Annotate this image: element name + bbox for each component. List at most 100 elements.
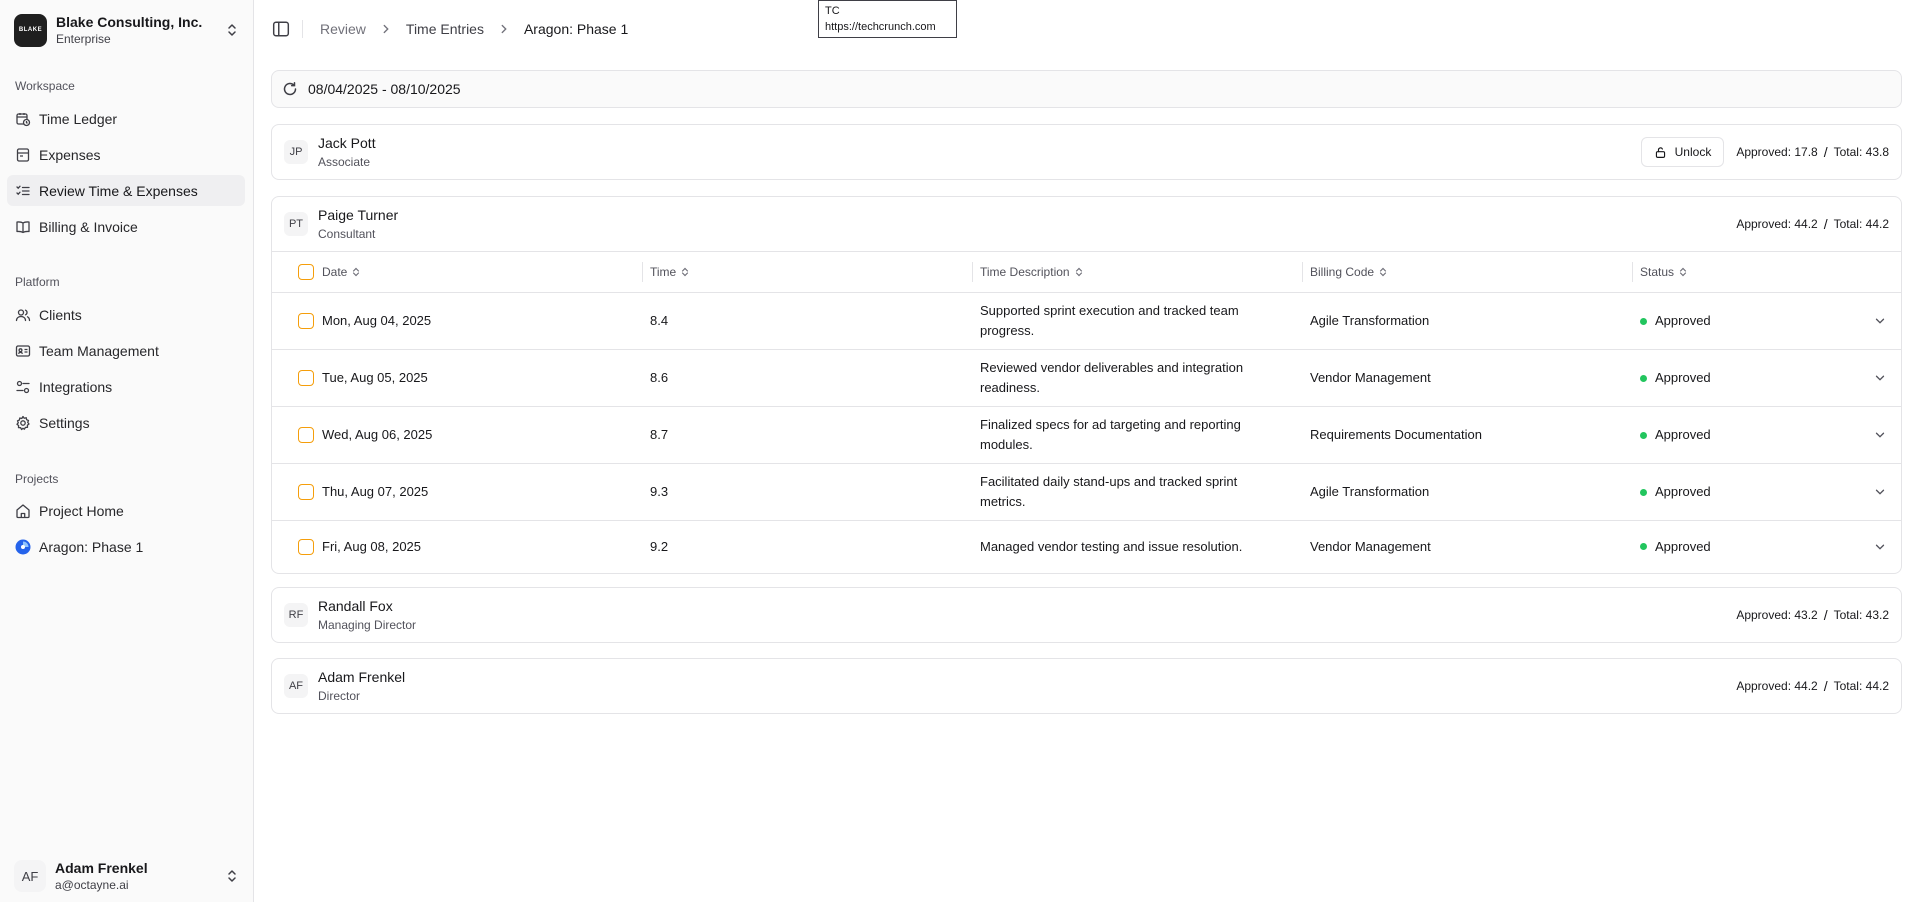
row-checkbox[interactable]: [298, 427, 314, 443]
cell-status: Approved: [1632, 407, 1832, 464]
column-header-date[interactable]: Date: [314, 252, 642, 293]
person-initials: RF: [284, 603, 308, 627]
cell-date: Fri, Aug 08, 2025: [322, 538, 422, 554]
sidebar-item-aragon-phase-1[interactable]: Aragon: Phase 1: [7, 531, 245, 562]
totals-separator: /: [1823, 216, 1828, 232]
column-header-actions: [1832, 252, 1902, 293]
chevron-down-icon[interactable]: [1873, 371, 1887, 385]
chevron-down-icon[interactable]: [1873, 485, 1887, 499]
status-badge: Approved: [1655, 313, 1711, 328]
status-dot: [1640, 374, 1647, 382]
column-header-time[interactable]: Time: [642, 252, 972, 293]
cell-description: Facilitated daily stand-ups and tracked …: [980, 474, 1238, 509]
status-dot: [1640, 317, 1647, 325]
sidebar-item-label: Integrations: [39, 378, 113, 395]
project-logo-icon: [15, 539, 31, 555]
clock-icon: [15, 111, 31, 127]
sidebar-item-label: Aragon: Phase 1: [39, 538, 144, 555]
date-range-bar[interactable]: 08/04/2025 - 08/10/2025: [271, 70, 1902, 108]
row-checkbox[interactable]: [298, 538, 314, 555]
hours-totals: Approved: 17.8 / Total: 43.8: [1736, 144, 1889, 160]
row-checkbox[interactable]: [298, 370, 314, 386]
chevron-down-icon[interactable]: [1873, 428, 1887, 442]
person-text: Jack Pott Associate: [318, 135, 1641, 170]
sidebar-item-integrations[interactable]: Integrations: [7, 371, 245, 402]
user-menu[interactable]: AF Adam Frenkel a@octayne.ai: [8, 854, 246, 898]
column-header-description[interactable]: Time Description: [972, 252, 1302, 293]
sidebar-item-clients[interactable]: Clients: [7, 299, 245, 330]
book-icon: [15, 219, 31, 235]
sidebar-item-team-management[interactable]: Team Management: [7, 335, 245, 366]
chevrons-up-down-icon: [228, 24, 236, 36]
person-text: Randall Fox Managing Director: [318, 598, 1736, 633]
sidebar-item-expenses[interactable]: Expenses: [7, 139, 245, 170]
column-header-status[interactable]: Status: [1632, 252, 1832, 293]
sidebar-item-billing-invoice[interactable]: Billing & Invoice: [7, 211, 245, 242]
sidebar-item-project-home[interactable]: Project Home: [7, 495, 245, 526]
chevron-down-icon[interactable]: [1873, 540, 1887, 554]
row-checkbox[interactable]: [298, 313, 314, 329]
person-initials: JP: [284, 140, 308, 164]
person-text: Paige Turner Consultant: [318, 207, 1736, 242]
hours-totals: Approved: 44.2 / Total: 44.2: [1736, 678, 1889, 694]
cell-time: 9.3: [650, 484, 669, 499]
chevron-down-icon[interactable]: [1873, 314, 1887, 328]
sort-icon: [1679, 267, 1687, 277]
status-badge: Approved: [1655, 484, 1711, 499]
cell-date: Tue, Aug 05, 2025: [322, 370, 428, 385]
sidebar-item-time-ledger[interactable]: Time Ledger: [7, 103, 245, 134]
column-header-billing-code[interactable]: Billing Code: [1302, 252, 1632, 293]
person-card-randall-fox: RF Randall Fox Managing Director Approve…: [271, 587, 1902, 643]
select-all-checkbox[interactable]: [298, 264, 314, 280]
sidebar-item-label: Expenses: [39, 146, 101, 163]
person-role: Director: [318, 688, 361, 703]
row-checkbox[interactable]: [298, 484, 314, 500]
cell-status: Approved: [1632, 464, 1832, 521]
cell-date: Wed, Aug 06, 2025: [322, 427, 433, 442]
person-card-header[interactable]: AF Adam Frenkel Director Approved: 44.2 …: [272, 659, 1901, 713]
org-logo: BLAKE: [14, 13, 47, 47]
org-plan: Enterprise: [56, 31, 111, 46]
approved-hours: Approved: 44.2: [1736, 217, 1818, 231]
breadcrumb: Review Time Entries Aragon: Phase 1: [320, 21, 628, 37]
status-badge: Approved: [1655, 538, 1711, 554]
table-row: Fri, Aug 08, 2025 9.2 Managed vendor tes…: [272, 521, 1902, 573]
header-divider: [302, 20, 303, 38]
cell-description: Managed vendor testing and issue resolut…: [980, 538, 1243, 554]
table-row: Mon, Aug 04, 2025 8.4 Supported sprint e…: [272, 293, 1902, 350]
person-initials: AF: [284, 674, 308, 698]
approved-hours: Approved: 44.2: [1736, 679, 1818, 693]
tooltip-title: TC: [825, 5, 840, 17]
sliders-icon: [15, 379, 31, 395]
date-range-text: 08/04/2025 - 08/10/2025: [308, 81, 461, 97]
cell-description: Finalized specs for ad targeting and rep…: [980, 417, 1241, 452]
breadcrumb-review[interactable]: Review: [320, 21, 366, 37]
table-header-row: Date Time Time Description Billing Code …: [272, 251, 1902, 293]
sort-icon: [1379, 267, 1387, 277]
cell-time: 8.7: [650, 427, 669, 442]
home-icon: [15, 503, 31, 519]
breadcrumb-current: Aragon: Phase 1: [523, 21, 629, 37]
sort-icon: [353, 267, 360, 277]
person-role: Managing Director: [318, 617, 417, 632]
total-hours: Total: 44.2: [1833, 679, 1889, 693]
sidebar-item-review-time-expenses[interactable]: Review Time & Expenses: [7, 175, 245, 206]
user-email: a@octayne.ai: [55, 877, 129, 892]
cell-date: Mon, Aug 04, 2025: [322, 313, 432, 328]
gear-icon: [15, 415, 31, 431]
status-badge: Approved: [1655, 427, 1711, 442]
section-label-workspace: Workspace: [15, 79, 75, 93]
sidebar-toggle-icon[interactable]: [272, 20, 290, 38]
person-card-paige-turner: PT Paige Turner Consultant Approved: 44.…: [271, 196, 1902, 574]
person-card-header[interactable]: PT Paige Turner Consultant Approved: 44.…: [272, 197, 1901, 251]
breadcrumb-time-entries[interactable]: Time Entries: [406, 21, 484, 37]
refresh-icon[interactable]: [282, 81, 298, 97]
approved-hours: Approved: 17.8: [1736, 145, 1818, 159]
cell-time: 8.4: [650, 313, 669, 328]
org-switcher[interactable]: BLAKE Blake Consulting, Inc. Enterprise: [8, 8, 246, 52]
person-card-header[interactable]: JP Jack Pott Associate Unlock Approved: …: [272, 125, 1901, 179]
cell-date: Thu, Aug 07, 2025: [322, 484, 429, 499]
sidebar-item-settings[interactable]: Settings: [7, 407, 245, 438]
person-card-header[interactable]: RF Randall Fox Managing Director Approve…: [272, 588, 1901, 642]
unlock-button[interactable]: Unlock: [1640, 137, 1725, 167]
